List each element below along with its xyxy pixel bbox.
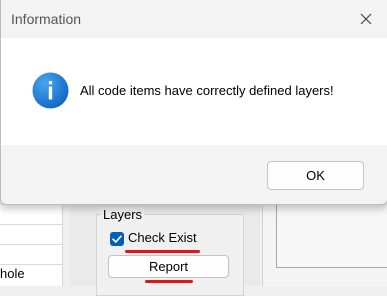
- grid-row-divider: [0, 244, 62, 245]
- annotation-underline: [125, 250, 200, 253]
- annotation-underline: [145, 280, 193, 283]
- info-icon: [32, 72, 69, 109]
- report-button[interactable]: Report: [108, 255, 229, 278]
- checkmark-icon: [112, 235, 122, 243]
- layers-group-label: Layers: [101, 207, 145, 222]
- dialog-titlebar[interactable]: Information: [1, 0, 387, 38]
- grid-cell-text[interactable]: hole: [0, 266, 25, 281]
- grid-row-divider: [0, 264, 62, 265]
- preview-area: [276, 205, 387, 268]
- close-button[interactable]: [345, 0, 387, 38]
- dialog-content: All code items have correctly defined la…: [1, 38, 387, 145]
- grid-row-divider: [0, 224, 62, 225]
- ok-button[interactable]: OK: [267, 161, 364, 190]
- check-exist-label[interactable]: Check Exist: [128, 230, 197, 245]
- information-dialog: Information All code items have correctl…: [0, 0, 387, 205]
- dialog-title: Information: [11, 11, 82, 27]
- dialog-message: All code items have correctly defined la…: [80, 83, 334, 98]
- close-icon: [360, 13, 372, 25]
- check-exist-checkbox[interactable]: [110, 232, 124, 246]
